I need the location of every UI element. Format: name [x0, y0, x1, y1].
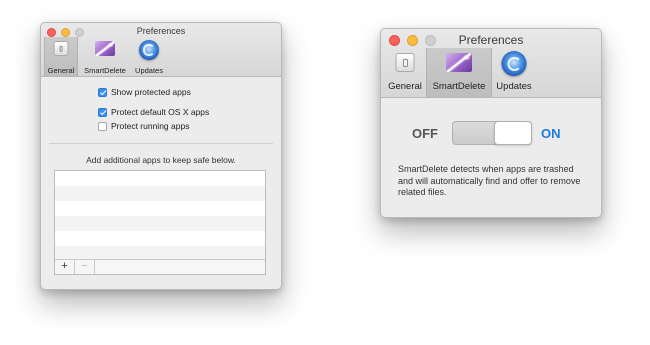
protect-running-apps-label: Protect running apps [111, 121, 190, 131]
window-toolbar: Preferences General SmartDelete Updates [381, 29, 601, 98]
protect-running-apps-checkbox[interactable] [98, 121, 107, 131]
option-show-protected-apps[interactable]: Show protected apps [98, 87, 191, 97]
list-row[interactable] [55, 186, 265, 201]
tab-smartdelete[interactable]: SmartDelete [80, 37, 130, 76]
tab-updates[interactable]: Updates [131, 37, 167, 76]
show-protected-apps-label: Show protected apps [111, 87, 191, 97]
smartdelete-icon [95, 41, 115, 56]
divider [49, 143, 273, 144]
tab-updates-label: Updates [496, 81, 532, 92]
tab-updates-label: Updates [135, 66, 163, 75]
option-protect-default-apps[interactable]: Protect default OS X apps [98, 107, 209, 117]
tab-general-label: General [47, 66, 75, 75]
list-row[interactable] [55, 201, 265, 216]
window-title: Preferences [458, 33, 524, 47]
protect-default-apps-checkbox[interactable] [98, 107, 107, 117]
smartdelete-toggle[interactable] [452, 121, 532, 145]
list-row[interactable] [55, 231, 265, 246]
updates-icon [501, 51, 527, 76]
show-protected-apps-checkbox[interactable] [98, 87, 107, 97]
tab-general-label: General [388, 81, 422, 92]
preferences-window-general: Preferences General SmartDelete Updates … [40, 22, 282, 290]
general-icon [395, 53, 415, 72]
list-row[interactable] [55, 216, 265, 231]
option-protect-running-apps[interactable]: Protect running apps [98, 121, 189, 131]
general-icon [53, 41, 69, 56]
remove-app-button[interactable]: − [75, 260, 95, 274]
smartdelete-icon [446, 53, 472, 72]
protect-default-apps-label: Protect default OS X apps [111, 107, 210, 117]
preferences-window-smartdelete: Preferences General SmartDelete Updates … [380, 28, 602, 218]
add-app-button[interactable]: + [55, 260, 75, 274]
smartdelete-description: SmartDelete detects when apps are trashe… [398, 164, 581, 197]
safe-apps-list[interactable]: + − [54, 170, 266, 275]
toggle-knob[interactable] [494, 121, 532, 145]
window-title: Preferences [136, 26, 186, 36]
tab-general[interactable]: General [44, 37, 78, 76]
toggle-on-label: ON [541, 126, 561, 141]
tab-smartdelete[interactable]: SmartDelete [426, 48, 492, 97]
window-toolbar: Preferences General SmartDelete Updates [41, 23, 281, 77]
tab-smartdelete-label: SmartDelete [84, 66, 126, 75]
tab-general[interactable]: General [385, 48, 425, 97]
list-footer: + − [55, 259, 265, 274]
updates-icon [139, 40, 159, 60]
list-row[interactable] [55, 171, 265, 186]
toggle-off-label: OFF [412, 126, 438, 141]
tab-updates[interactable]: Updates [493, 48, 535, 97]
tab-smartdelete-label: SmartDelete [432, 81, 486, 92]
safe-apps-hint: Add additional apps to keep safe below. [86, 155, 236, 165]
